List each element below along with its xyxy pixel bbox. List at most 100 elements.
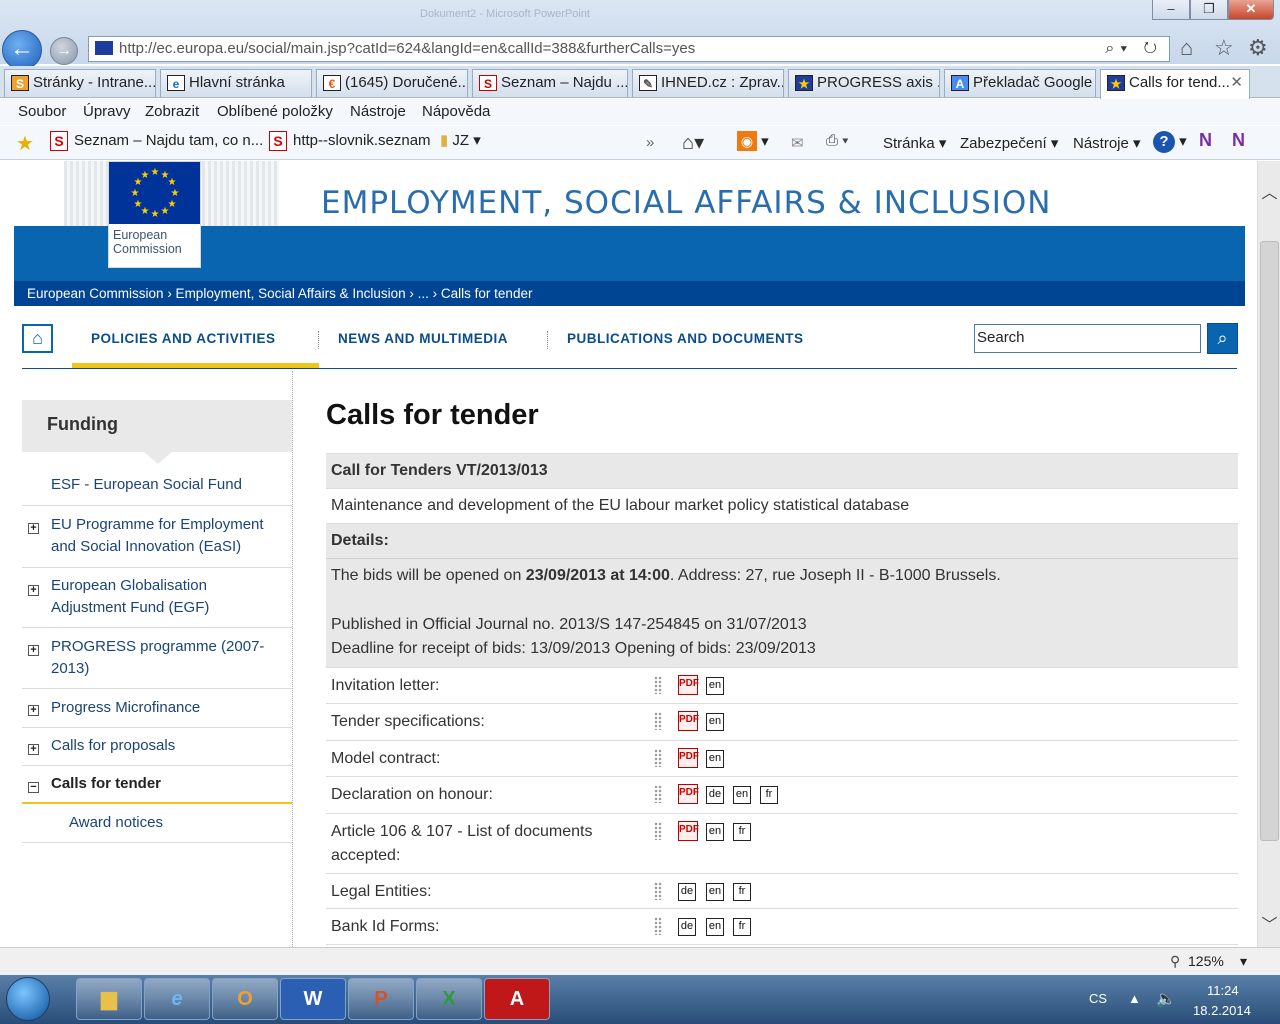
command-stranka[interactable]: Stránka ▾ xyxy=(883,134,946,152)
tab-progress[interactable]: ★ PROGRESS axis ... xyxy=(788,69,940,97)
word-taskbar-icon[interactable]: W xyxy=(280,978,346,1020)
outlook-taskbar-icon[interactable]: O xyxy=(212,978,278,1020)
sidebar-item-microfinance[interactable]: + Progress Microfinance xyxy=(22,689,292,728)
input-language[interactable]: CS xyxy=(1089,991,1107,1006)
menu-oblibene[interactable]: Oblíbené položky xyxy=(217,103,333,120)
ie-taskbar-icon[interactable]: e xyxy=(144,978,210,1020)
sidebar-item-esf[interactable]: ESF - European Social Fund xyxy=(22,470,292,506)
pdf-icon[interactable]: PDF xyxy=(678,675,699,695)
language-link-en[interactable]: en xyxy=(706,883,724,901)
nav-policies-and-activities[interactable]: POLICIES AND ACTIVITIES xyxy=(91,331,276,346)
language-link-fr[interactable]: fr xyxy=(733,823,751,841)
favorites-star-icon[interactable]: ★ xyxy=(16,131,34,156)
back-button[interactable]: ← xyxy=(2,30,42,70)
pdf-icon[interactable]: PDF xyxy=(678,784,699,804)
tab-translate[interactable]: A Překladač Google xyxy=(944,69,1096,97)
language-link-en[interactable]: en xyxy=(733,786,751,804)
pdf-icon[interactable]: PDF xyxy=(678,711,699,731)
vertical-scrollbar[interactable]: ︿ ﹀ xyxy=(1257,161,1280,947)
scroll-up-icon[interactable]: ︿ xyxy=(1258,179,1280,203)
onenote-linked-icon[interactable]: N xyxy=(1232,130,1245,151)
sidebar-item-calls-for-proposals[interactable]: + Calls for proposals xyxy=(22,728,292,766)
explorer-taskbar-icon[interactable]: ▆ xyxy=(76,978,142,1020)
sidebar-subitem-award-notices[interactable]: Award notices xyxy=(22,804,292,843)
mail-icon[interactable]: ✉ xyxy=(791,134,804,152)
language-link-fr[interactable]: fr xyxy=(760,786,778,804)
rss-feed-icon[interactable]: ◉ ▾ xyxy=(737,131,769,151)
expand-icon[interactable]: + xyxy=(28,523,39,534)
clock-date[interactable]: 18.2.2014 xyxy=(1193,1003,1251,1018)
pdf-icon[interactable]: PDF xyxy=(678,821,699,841)
pdf-icon[interactable]: PDF xyxy=(678,748,699,768)
sidebar-item-egf[interactable]: + European Globalisation Adjustment Fund… xyxy=(22,568,292,628)
zoom-level[interactable]: 125% xyxy=(1188,953,1224,969)
onenote-icon[interactable]: N xyxy=(1199,130,1212,151)
expand-icon[interactable]: + xyxy=(28,705,39,716)
language-link-de[interactable]: de xyxy=(706,786,724,804)
excel-taskbar-icon[interactable]: X xyxy=(416,978,482,1020)
settings-gear-icon[interactable]: ⚙ xyxy=(1248,35,1268,61)
tray-expand-icon[interactable]: ▲ xyxy=(1128,991,1141,1006)
language-link-fr[interactable]: fr xyxy=(733,918,751,936)
tab-hlavni[interactable]: e Hlavní stránka xyxy=(160,69,312,97)
language-link-en[interactable]: en xyxy=(706,823,724,841)
scroll-down-icon[interactable]: ﹀ xyxy=(1258,911,1280,935)
tab-ihned[interactable]: ✎ IHNED.cz : Zprav... xyxy=(632,69,784,97)
breadcrumb[interactable]: European Commission › Employment, Social… xyxy=(14,281,1245,306)
print-icon[interactable]: ⎙ ▾ xyxy=(826,132,848,149)
collapse-icon[interactable]: − xyxy=(28,782,39,793)
language-link-de[interactable]: de xyxy=(678,883,696,901)
european-commission-logo[interactable]: ★ ★ ★ ★ ★ ★ ★ ★ ★ ★ ★ ★ European Commission xyxy=(108,161,201,268)
close-tab-icon[interactable]: ✕ xyxy=(1230,70,1243,96)
tab-intranet[interactable]: S Stránky - Intrane... xyxy=(4,69,156,97)
menu-napoveda[interactable]: Nápověda xyxy=(422,103,490,120)
acrobat-taskbar-icon[interactable]: A xyxy=(484,978,550,1020)
language-link-en[interactable]: en xyxy=(706,918,724,936)
language-link-de[interactable]: de xyxy=(678,918,696,936)
address-bar[interactable]: http://ec.europa.eu/social/main.jsp?catI… xyxy=(88,36,1170,62)
command-nastroje[interactable]: Nástroje ▾ xyxy=(1073,134,1141,152)
expand-icon[interactable]: + xyxy=(28,585,39,596)
menu-upravy[interactable]: Úpravy xyxy=(83,103,131,120)
language-link-en[interactable]: en xyxy=(706,750,724,768)
tab-seznam[interactable]: S Seznam – Najdu ... xyxy=(472,69,628,97)
maximize-button[interactable]: ❐ xyxy=(1190,0,1228,20)
powerpoint-taskbar-icon[interactable]: P xyxy=(348,978,414,1020)
menu-zobrazit[interactable]: Zobrazit xyxy=(145,103,199,120)
address-tools[interactable]: ⌕▾ ↻ xyxy=(1105,37,1163,61)
expand-icon[interactable]: + xyxy=(28,744,39,755)
sidebar-item-calls-for-tender[interactable]: − Calls for tender xyxy=(22,766,292,804)
nav-publications-and-documents[interactable]: PUBLICATIONS AND DOCUMENTS xyxy=(567,331,804,346)
clock-time[interactable]: 11:24 xyxy=(1207,983,1239,998)
command-zabezpeceni[interactable]: Zabezpečení ▾ xyxy=(960,134,1058,152)
scrollbar-thumb[interactable] xyxy=(1260,241,1279,841)
zoom-dropdown-icon[interactable]: ▾ xyxy=(1240,953,1247,970)
home-button[interactable]: ⌂ xyxy=(22,324,53,353)
menu-nastroje[interactable]: Nástroje xyxy=(350,103,406,120)
zoom-icon[interactable]: ⚲ xyxy=(1170,953,1180,970)
search-button[interactable]: ⌕ xyxy=(1207,323,1238,354)
favorites-star-icon[interactable]: ☆ xyxy=(1214,35,1234,61)
help-icon[interactable]: ? ▾ xyxy=(1153,131,1187,153)
language-link-en[interactable]: en xyxy=(706,713,724,731)
forward-button[interactable]: → xyxy=(50,37,78,65)
minimize-button[interactable]: – xyxy=(1152,0,1190,20)
language-link-fr[interactable]: fr xyxy=(733,883,751,901)
start-button[interactable] xyxy=(6,977,50,1021)
home-icon[interactable]: ⌂ xyxy=(1180,35,1193,61)
search-input[interactable]: Search xyxy=(974,324,1201,353)
expand-icon[interactable]: + xyxy=(28,645,39,656)
favorite-slovnik[interactable]: Shttp--slovnik.seznam xyxy=(269,131,431,151)
tab-calls-for-tender[interactable]: ★ Calls for tend... ✕ xyxy=(1100,69,1250,99)
tab-email[interactable]: € (1645) Doručené... xyxy=(316,69,468,97)
sidebar-item-progress[interactable]: + PROGRESS programme (2007-2013) xyxy=(22,628,292,689)
nav-news-and-multimedia[interactable]: NEWS AND MULTIMEDIA xyxy=(338,331,508,346)
home-icon[interactable]: ⌂▾ xyxy=(682,130,704,155)
favorite-seznam[interactable]: S Seznam – Najdu tam, co n... xyxy=(50,131,263,151)
favorite-folder-jz[interactable]: ▮ JZ ▾ xyxy=(440,131,481,149)
chevron-more-icon[interactable]: » xyxy=(646,134,654,151)
menu-soubor[interactable]: Soubor xyxy=(18,103,66,120)
language-link-en[interactable]: en xyxy=(706,677,724,695)
volume-icon[interactable]: 🔈 xyxy=(1156,989,1176,1009)
sidebar-item-easi[interactable]: + EU Programme for Employment and Social… xyxy=(22,506,292,568)
